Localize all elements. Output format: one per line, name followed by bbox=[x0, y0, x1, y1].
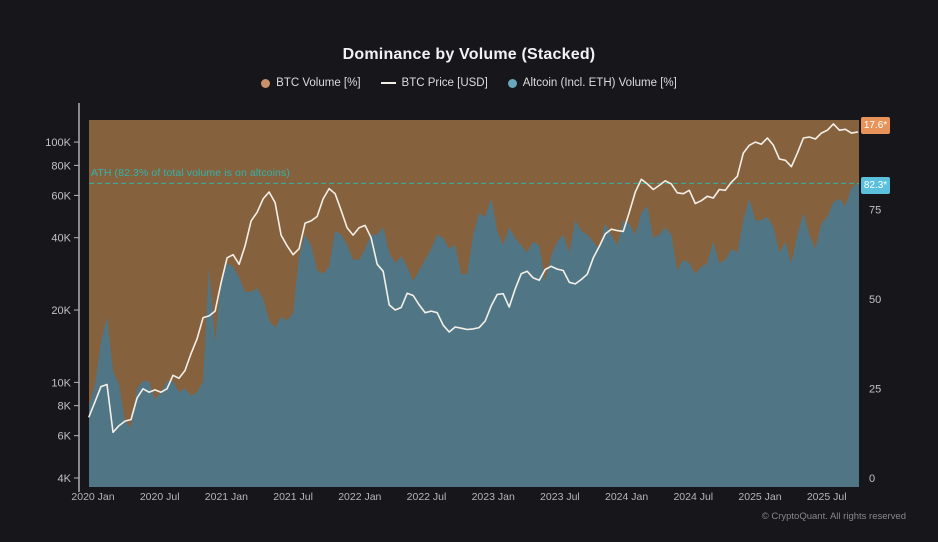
left-axis-tick-label: 10K bbox=[51, 377, 71, 389]
copyright: © CryptoQuant. All rights reserved bbox=[762, 511, 906, 522]
x-axis-tick-label: 2025 Jul bbox=[807, 491, 847, 503]
chart-panel: Dominance by Volume (Stacked) BTC Volume… bbox=[0, 0, 938, 542]
x-axis-tick-label: 2020 Jul bbox=[140, 491, 180, 503]
btc-last-value-badge: 17.6* bbox=[861, 117, 890, 134]
x-axis-tick-label: 2023 Jul bbox=[540, 491, 580, 503]
x-axis-tick-label: 2022 Jan bbox=[338, 491, 381, 503]
left-axis-tick-label: 4K bbox=[58, 473, 72, 485]
x-axis-tick-label: 2025 Jan bbox=[738, 491, 781, 503]
left-axis-tick-label: 100K bbox=[45, 137, 71, 149]
right-axis-tick-label: 50 bbox=[869, 294, 881, 306]
x-axis-tick-label: 2024 Jul bbox=[673, 491, 713, 503]
x-axis-tick-label: 2022 Jul bbox=[407, 491, 447, 503]
alt-last-value-badge: 82.3* bbox=[861, 177, 890, 194]
x-axis-tick-label: 2020 Jan bbox=[71, 491, 114, 503]
left-axis-tick-label: 8K bbox=[58, 401, 72, 413]
left-axis-tick-label: 40K bbox=[51, 233, 71, 245]
x-axis-tick-label: 2023 Jan bbox=[472, 491, 515, 503]
left-axis-tick-label: 80K bbox=[51, 160, 71, 172]
x-axis-tick-label: 2024 Jan bbox=[605, 491, 648, 503]
x-axis-tick-label: 2021 Jan bbox=[205, 491, 248, 503]
right-axis-tick-label: 0 bbox=[869, 473, 875, 485]
left-axis-tick-label: 60K bbox=[51, 190, 71, 202]
x-axis-tick-label: 2021 Jul bbox=[273, 491, 313, 503]
chart-plot[interactable]: 100K 80K 60K 40K 20K 10K 8K 6K 4K 0 25 50 75 2020 Jan… bbox=[0, 0, 938, 542]
right-axis-tick-label: 75 bbox=[869, 205, 881, 217]
left-axis-tick-label: 20K bbox=[51, 305, 71, 317]
left-axis-tick-label: 6K bbox=[58, 431, 72, 443]
right-axis-tick-label: 25 bbox=[869, 384, 881, 396]
ath-annotation: ATH (82.3% of total volume is on altcoin… bbox=[91, 167, 290, 179]
